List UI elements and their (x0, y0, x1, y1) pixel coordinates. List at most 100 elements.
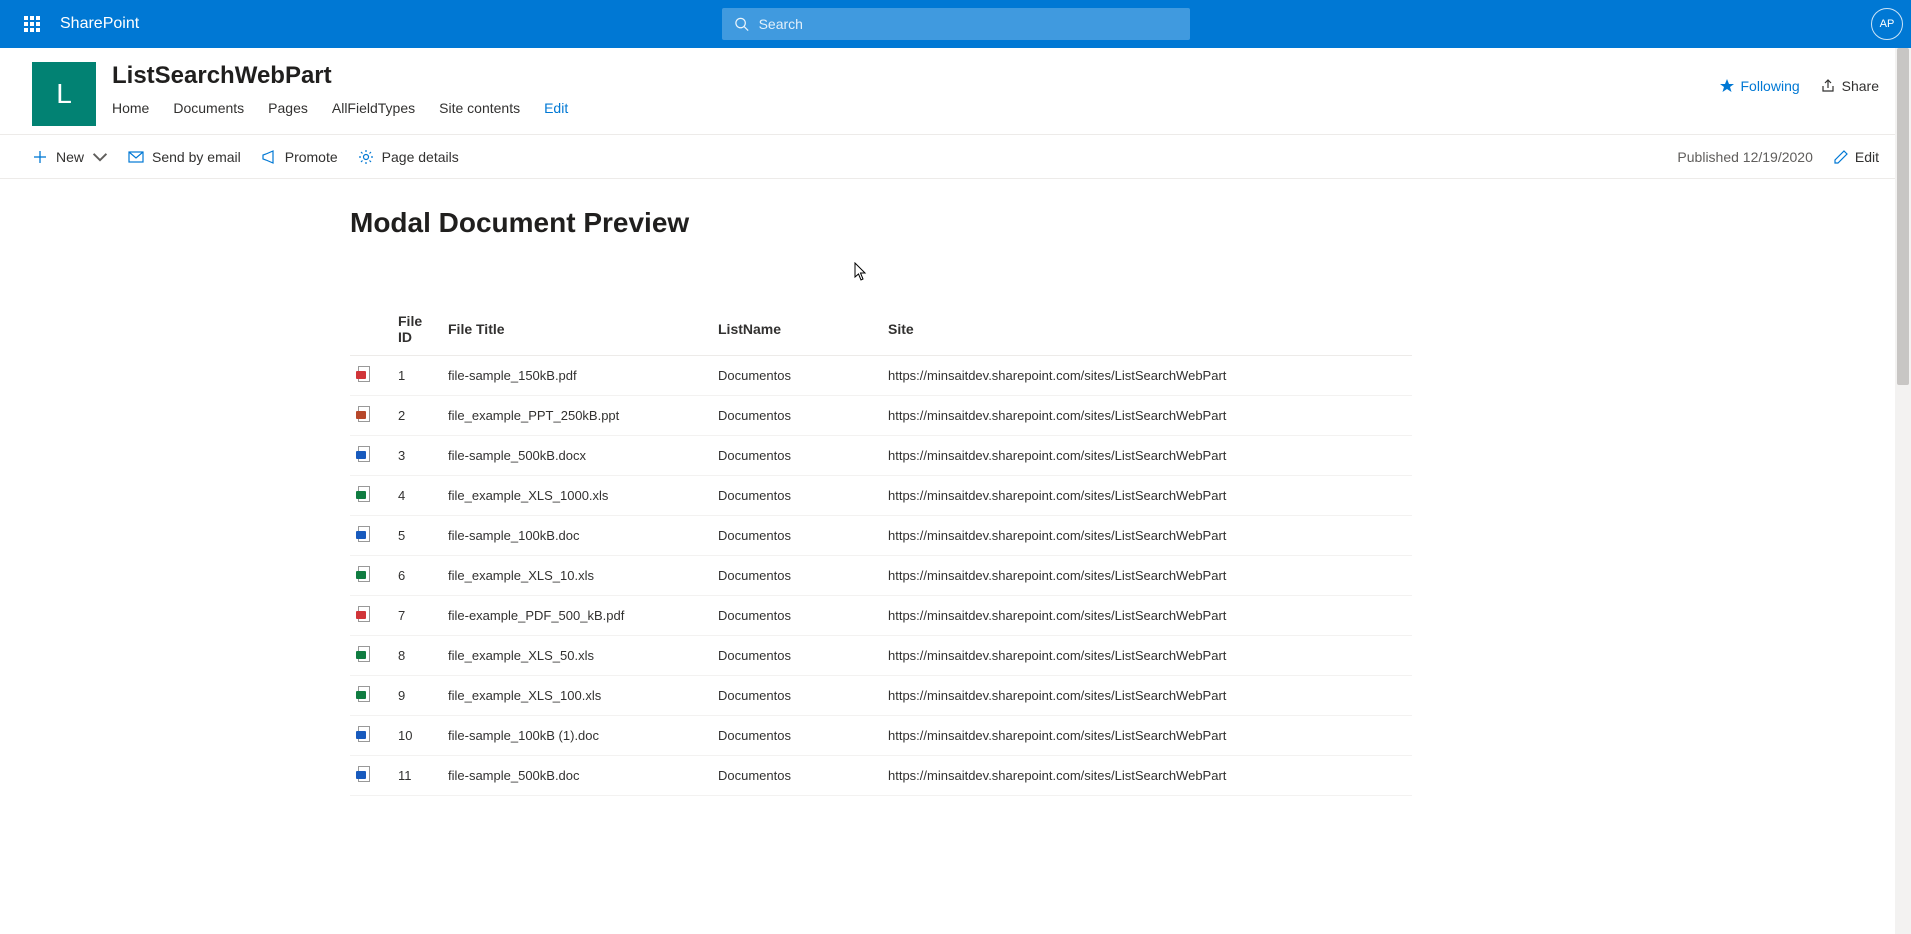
cell-site[interactable]: https://minsaitdev.sharepoint.com/sites/… (880, 716, 1412, 756)
cell-file-id: 5 (390, 516, 440, 556)
app-launcher-button[interactable] (8, 0, 56, 48)
cell-file-title[interactable]: file_example_XLS_10.xls (440, 556, 710, 596)
cell-site[interactable]: https://minsaitdev.sharepoint.com/sites/… (880, 516, 1412, 556)
cell-file-title[interactable]: file_example_PPT_250kB.ppt (440, 396, 710, 436)
cell-file-id: 6 (390, 556, 440, 596)
nav-edit[interactable]: Edit (544, 96, 568, 120)
cell-list-name: Documentos (710, 716, 880, 756)
cell-list-name: Documentos (710, 476, 880, 516)
cell-icon (350, 356, 390, 396)
xls-file-icon (358, 686, 374, 702)
th-site[interactable]: Site (880, 303, 1412, 356)
nav-site-contents[interactable]: Site contents (439, 96, 520, 120)
site-title[interactable]: ListSearchWebPart (112, 62, 1719, 90)
cell-list-name: Documentos (710, 436, 880, 476)
doc-file-icon (358, 446, 374, 462)
table-row[interactable]: 1file-sample_150kB.pdfDocumentoshttps://… (350, 356, 1412, 396)
cell-file-title[interactable]: file-sample_100kB (1).doc (440, 716, 710, 756)
cell-file-title[interactable]: file_example_XLS_50.xls (440, 636, 710, 676)
search-region (722, 8, 1190, 40)
table-row[interactable]: 8file_example_XLS_50.xlsDocumentoshttps:… (350, 636, 1412, 676)
table-row[interactable]: 10file-sample_100kB (1).docDocumentoshtt… (350, 716, 1412, 756)
table-row[interactable]: 2file_example_PPT_250kB.pptDocumentoshtt… (350, 396, 1412, 436)
cell-file-title[interactable]: file_example_XLS_100.xls (440, 676, 710, 716)
cell-site[interactable]: https://minsaitdev.sharepoint.com/sites/… (880, 356, 1412, 396)
site-info: ListSearchWebPart Home Documents Pages A… (112, 62, 1719, 120)
cell-file-title[interactable]: file_example_XLS_1000.xls (440, 476, 710, 516)
table-row[interactable]: 6file_example_XLS_10.xlsDocumentoshttps:… (350, 556, 1412, 596)
cmd-promote[interactable]: Promote (261, 149, 338, 165)
cell-icon (350, 716, 390, 756)
cell-site[interactable]: https://minsaitdev.sharepoint.com/sites/… (880, 476, 1412, 516)
cell-file-id: 8 (390, 636, 440, 676)
nav-allfieldtypes[interactable]: AllFieldTypes (332, 96, 415, 120)
xls-file-icon (358, 566, 374, 582)
cell-icon (350, 396, 390, 436)
cell-list-name: Documentos (710, 636, 880, 676)
cell-file-id: 2 (390, 396, 440, 436)
cmd-send-email[interactable]: Send by email (128, 149, 241, 165)
cell-icon (350, 476, 390, 516)
cell-icon (350, 436, 390, 476)
th-file-id[interactable]: File ID (390, 303, 440, 356)
table-row[interactable]: 7file-example_PDF_500_kB.pdfDocumentosht… (350, 596, 1412, 636)
cell-site[interactable]: https://minsaitdev.sharepoint.com/sites/… (880, 676, 1412, 716)
cell-site[interactable]: https://minsaitdev.sharepoint.com/sites/… (880, 436, 1412, 476)
cell-site[interactable]: https://minsaitdev.sharepoint.com/sites/… (880, 756, 1412, 796)
site-logo[interactable]: L (32, 62, 96, 126)
cmd-edit-label: Edit (1855, 149, 1879, 165)
site-nav: Home Documents Pages AllFieldTypes Site … (112, 96, 1719, 120)
search-icon (734, 16, 749, 32)
cell-site[interactable]: https://minsaitdev.sharepoint.com/sites/… (880, 396, 1412, 436)
gear-icon (358, 149, 374, 165)
cell-icon (350, 676, 390, 716)
cmd-new-label: New (56, 149, 84, 165)
th-file-title[interactable]: File Title (440, 303, 710, 356)
cell-list-name: Documentos (710, 676, 880, 716)
table-row[interactable]: 11file-sample_500kB.docDocumentoshttps:/… (350, 756, 1412, 796)
cell-file-id: 1 (390, 356, 440, 396)
cmd-edit[interactable]: Edit (1833, 149, 1879, 165)
cell-file-id: 3 (390, 436, 440, 476)
doc-file-icon (358, 526, 374, 542)
cell-site[interactable]: https://minsaitdev.sharepoint.com/sites/… (880, 596, 1412, 636)
cell-site[interactable]: https://minsaitdev.sharepoint.com/sites/… (880, 636, 1412, 676)
doc-file-icon (358, 726, 374, 742)
th-icon[interactable] (350, 303, 390, 356)
nav-home[interactable]: Home (112, 96, 149, 120)
avatar[interactable]: AP (1871, 8, 1903, 40)
cell-file-id: 7 (390, 596, 440, 636)
table-row[interactable]: 4file_example_XLS_1000.xlsDocumentoshttp… (350, 476, 1412, 516)
search-input[interactable] (759, 16, 1178, 32)
cell-file-title[interactable]: file-sample_500kB.doc (440, 756, 710, 796)
cmd-page-details[interactable]: Page details (358, 149, 459, 165)
cell-file-title[interactable]: file-sample_500kB.docx (440, 436, 710, 476)
table-row[interactable]: 3file-sample_500kB.docxDocumentoshttps:/… (350, 436, 1412, 476)
scrollbar-thumb[interactable] (1897, 48, 1909, 385)
cell-file-title[interactable]: file-sample_150kB.pdf (440, 356, 710, 396)
published-info: Published 12/19/2020 (1677, 149, 1812, 165)
nav-pages[interactable]: Pages (268, 96, 308, 120)
cell-list-name: Documentos (710, 756, 880, 796)
brand-label[interactable]: SharePoint (60, 15, 139, 33)
share-label: Share (1842, 78, 1879, 94)
follow-button[interactable]: Following (1719, 78, 1800, 94)
chevron-down-icon (92, 149, 108, 165)
xls-file-icon (358, 486, 374, 502)
cell-icon (350, 516, 390, 556)
cell-icon (350, 636, 390, 676)
cell-list-name: Documentos (710, 356, 880, 396)
th-list-name[interactable]: ListName (710, 303, 880, 356)
cell-list-name: Documentos (710, 596, 880, 636)
search-box[interactable] (722, 8, 1190, 40)
scrollbar[interactable] (1895, 48, 1911, 934)
table-row[interactable]: 5file-sample_100kB.docDocumentoshttps://… (350, 516, 1412, 556)
cmd-new[interactable]: New (32, 149, 108, 165)
cell-icon (350, 756, 390, 796)
cell-site[interactable]: https://minsaitdev.sharepoint.com/sites/… (880, 556, 1412, 596)
cell-file-title[interactable]: file-sample_100kB.doc (440, 516, 710, 556)
nav-documents[interactable]: Documents (173, 96, 244, 120)
share-button[interactable]: Share (1820, 78, 1879, 94)
cell-file-title[interactable]: file-example_PDF_500_kB.pdf (440, 596, 710, 636)
table-row[interactable]: 9file_example_XLS_100.xlsDocumentoshttps… (350, 676, 1412, 716)
